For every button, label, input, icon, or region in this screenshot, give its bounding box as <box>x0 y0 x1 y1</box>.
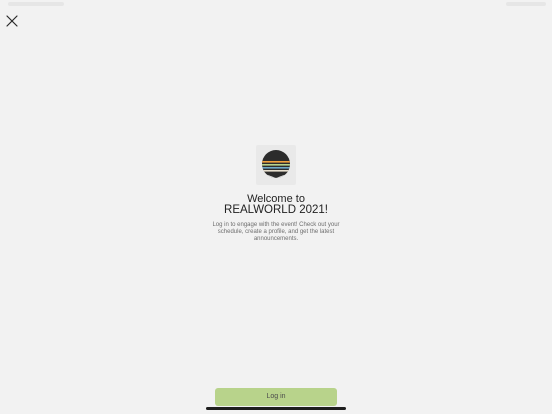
status-bar <box>0 0 552 10</box>
event-logo <box>256 145 296 185</box>
status-bar-left <box>8 2 64 6</box>
status-bar-right <box>506 2 546 6</box>
welcome-description: Log in to engage with the event! Check o… <box>212 222 340 242</box>
realworld-logo-icon <box>262 150 290 178</box>
welcome-title-line2: REALWORLD 2021! <box>224 204 328 216</box>
home-indicator <box>206 407 346 410</box>
login-button[interactable]: Log in <box>215 388 337 406</box>
close-button[interactable] <box>4 13 20 29</box>
close-icon <box>6 15 18 27</box>
